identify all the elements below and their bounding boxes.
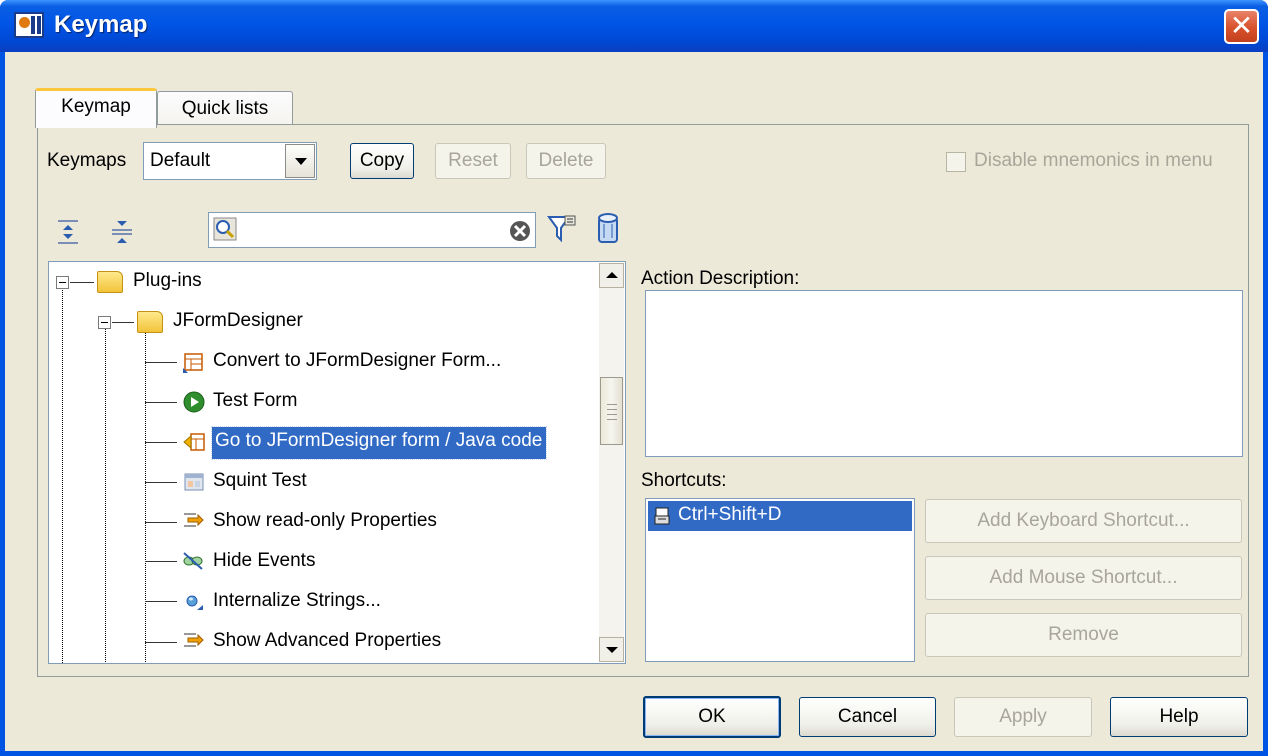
hide-events-icon xyxy=(183,552,203,570)
tree-line xyxy=(62,282,63,663)
advanced-properties-icon xyxy=(184,633,204,647)
keymap-dialog: Keymap ✕ Keymap Quick lists Keymaps Defa… xyxy=(0,0,1268,756)
apply-button[interactable]: Apply xyxy=(954,697,1092,737)
tree-line xyxy=(145,601,177,602)
reset-button[interactable]: Reset xyxy=(435,143,511,179)
search-field[interactable] xyxy=(208,212,536,248)
delete-button-label: Delete xyxy=(538,150,594,171)
remove-button[interactable]: Remove xyxy=(925,613,1242,657)
tree-item-hide-events[interactable]: Hide Events xyxy=(213,550,315,572)
collapse-toggle[interactable] xyxy=(56,276,69,289)
tree-line xyxy=(145,442,177,443)
close-button[interactable]: ✕ xyxy=(1224,9,1259,44)
search-input[interactable] xyxy=(243,218,501,242)
action-description-label: Action Description: xyxy=(641,268,800,289)
tab-keymap-label: Keymap xyxy=(61,96,131,117)
globe-icon xyxy=(186,595,203,610)
action-description-field[interactable] xyxy=(645,290,1243,457)
tree-item-internalize[interactable]: Internalize Strings... xyxy=(213,590,381,612)
search-icon xyxy=(213,217,237,241)
tree-line xyxy=(145,642,177,643)
expand-all-icon[interactable] xyxy=(55,218,81,246)
cancel-button-label: Cancel xyxy=(837,706,898,727)
folder-icon xyxy=(97,271,123,293)
collapse-toggle[interactable] xyxy=(98,316,111,329)
folder-icon xyxy=(137,311,163,333)
tree-item-show-readonly[interactable]: Show read-only Properties xyxy=(213,510,437,532)
shortcuts-list[interactable]: Ctrl+Shift+D xyxy=(645,498,915,662)
copy-button[interactable]: Copy xyxy=(350,143,414,179)
window-title: Keymap xyxy=(54,11,148,38)
tab-quick-lists-label: Quick lists xyxy=(181,98,269,119)
list-item[interactable]: Ctrl+Shift+D xyxy=(648,501,912,531)
properties-icon xyxy=(184,513,204,527)
tab-keymap[interactable]: Keymap xyxy=(35,88,157,128)
ok-button-label: OK xyxy=(698,706,726,727)
goto-form-icon xyxy=(183,433,205,451)
filter-icon[interactable] xyxy=(547,214,577,244)
close-icon: ✕ xyxy=(1229,10,1254,41)
help-button[interactable]: Help xyxy=(1110,697,1248,737)
keyboard-shortcut-icon xyxy=(654,507,670,525)
ok-button[interactable]: OK xyxy=(643,696,781,738)
tree-line xyxy=(112,322,134,323)
clear-filter-icon[interactable] xyxy=(595,212,621,246)
chevron-down-icon xyxy=(606,647,618,653)
remove-button-label: Remove xyxy=(1048,624,1119,645)
add-mouse-shortcut-label: Add Mouse Shortcut... xyxy=(989,567,1178,588)
scroll-down-button[interactable] xyxy=(599,637,624,662)
disable-mnemonics-label: Disable mnemonics in menu xyxy=(974,150,1213,171)
shortcuts-label: Shortcuts: xyxy=(641,470,727,491)
tree-line xyxy=(145,522,177,523)
tree-item-goto-form[interactable]: Go to JFormDesigner form / Java code xyxy=(210,426,548,460)
keymap-select-value: Default xyxy=(150,150,211,171)
collapse-all-icon[interactable] xyxy=(109,218,135,246)
reset-button-label: Reset xyxy=(448,150,498,171)
shortcut-value: Ctrl+Shift+D xyxy=(678,504,782,525)
tree-item-show-advanced[interactable]: Show Advanced Properties xyxy=(213,630,441,652)
actions-tree[interactable]: Plug-ins JFormDesigner Convert to JFormD… xyxy=(48,261,626,664)
tree-scrollbar[interactable] xyxy=(599,263,624,662)
tree-line xyxy=(70,282,94,283)
disable-mnemonics-checkbox[interactable] xyxy=(946,152,966,172)
tree-line xyxy=(145,561,177,562)
chevron-up-icon xyxy=(606,272,618,278)
tree-line xyxy=(145,328,146,663)
chevron-down-icon[interactable] xyxy=(285,144,315,178)
clear-search-icon[interactable] xyxy=(509,220,531,242)
add-keyboard-shortcut-label: Add Keyboard Shortcut... xyxy=(977,510,1190,531)
apply-button-label: Apply xyxy=(999,706,1047,727)
tree-line xyxy=(145,362,177,363)
cancel-button[interactable]: Cancel xyxy=(799,697,936,737)
tree-item-jformdesigner[interactable]: JFormDesigner xyxy=(173,310,303,332)
keymaps-label: Keymaps xyxy=(47,150,127,171)
tree-item-convert[interactable]: Convert to JFormDesigner Form... xyxy=(213,350,501,372)
play-icon xyxy=(183,391,205,413)
tree-item-squint-test[interactable]: Squint Test xyxy=(213,470,307,492)
tree-item-test-form[interactable]: Test Form xyxy=(213,390,297,412)
scroll-up-button[interactable] xyxy=(599,263,624,288)
delete-button[interactable]: Delete xyxy=(526,143,606,179)
title-bar: Keymap ✕ xyxy=(0,0,1268,52)
copy-button-label: Copy xyxy=(359,150,405,171)
convert-form-icon xyxy=(183,353,203,373)
app-icon xyxy=(14,12,44,38)
tree-line xyxy=(145,402,177,403)
tree-item-plug-ins[interactable]: Plug-ins xyxy=(133,270,202,292)
keymap-select[interactable]: Default xyxy=(143,142,317,180)
scroll-thumb[interactable] xyxy=(600,377,623,445)
tab-quick-lists[interactable]: Quick lists xyxy=(157,91,293,127)
add-keyboard-shortcut-button[interactable]: Add Keyboard Shortcut... xyxy=(925,499,1242,543)
tree-line xyxy=(145,482,177,483)
help-button-label: Help xyxy=(1159,706,1199,727)
tree-line xyxy=(105,326,106,663)
squint-test-icon xyxy=(184,473,204,491)
add-mouse-shortcut-button[interactable]: Add Mouse Shortcut... xyxy=(925,556,1242,600)
